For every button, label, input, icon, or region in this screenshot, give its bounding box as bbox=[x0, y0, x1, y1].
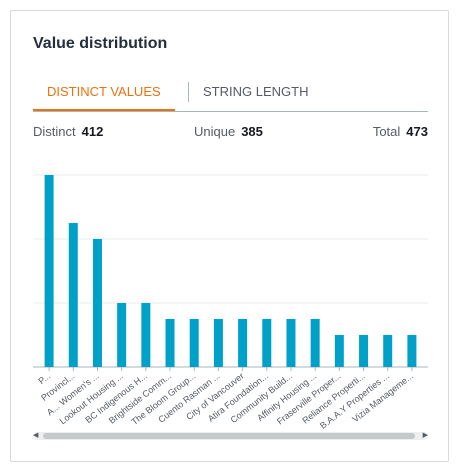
value-distribution-card: Value distribution DISTINCT VALUES STRIN… bbox=[10, 10, 449, 462]
bar-3[interactable] bbox=[92, 239, 102, 367]
bar-15[interactable] bbox=[383, 335, 393, 367]
bar-7[interactable] bbox=[189, 319, 199, 367]
bar-11[interactable] bbox=[286, 319, 296, 367]
bar-8[interactable] bbox=[213, 319, 223, 367]
chart-horizontal-scrollbar[interactable]: ◀ ▶ bbox=[33, 432, 428, 440]
bar-14[interactable] bbox=[359, 335, 369, 367]
bar-10[interactable] bbox=[262, 319, 272, 367]
scroll-left-icon[interactable]: ◀ bbox=[33, 431, 38, 441]
bar-1[interactable] bbox=[44, 175, 54, 367]
bar-5[interactable] bbox=[141, 303, 151, 367]
bar-16[interactable] bbox=[407, 335, 417, 367]
x-tick-label-1: P... bbox=[36, 371, 52, 386]
bar-9[interactable] bbox=[238, 319, 248, 367]
bar-6[interactable] bbox=[165, 319, 175, 367]
bar-12[interactable] bbox=[310, 319, 320, 367]
bar-chart: P... Provincl... A... Women's ... Lookout H… bbox=[11, 11, 448, 461]
scroll-right-icon[interactable]: ▶ bbox=[423, 431, 428, 441]
scroll-thumb[interactable] bbox=[43, 433, 415, 439]
bar-13[interactable] bbox=[334, 335, 344, 367]
bar-4[interactable] bbox=[117, 303, 127, 367]
bar-chart-svg: P...Provincl...A... Women's ...Lookout H… bbox=[33, 174, 428, 431]
bar-2[interactable] bbox=[68, 223, 78, 367]
